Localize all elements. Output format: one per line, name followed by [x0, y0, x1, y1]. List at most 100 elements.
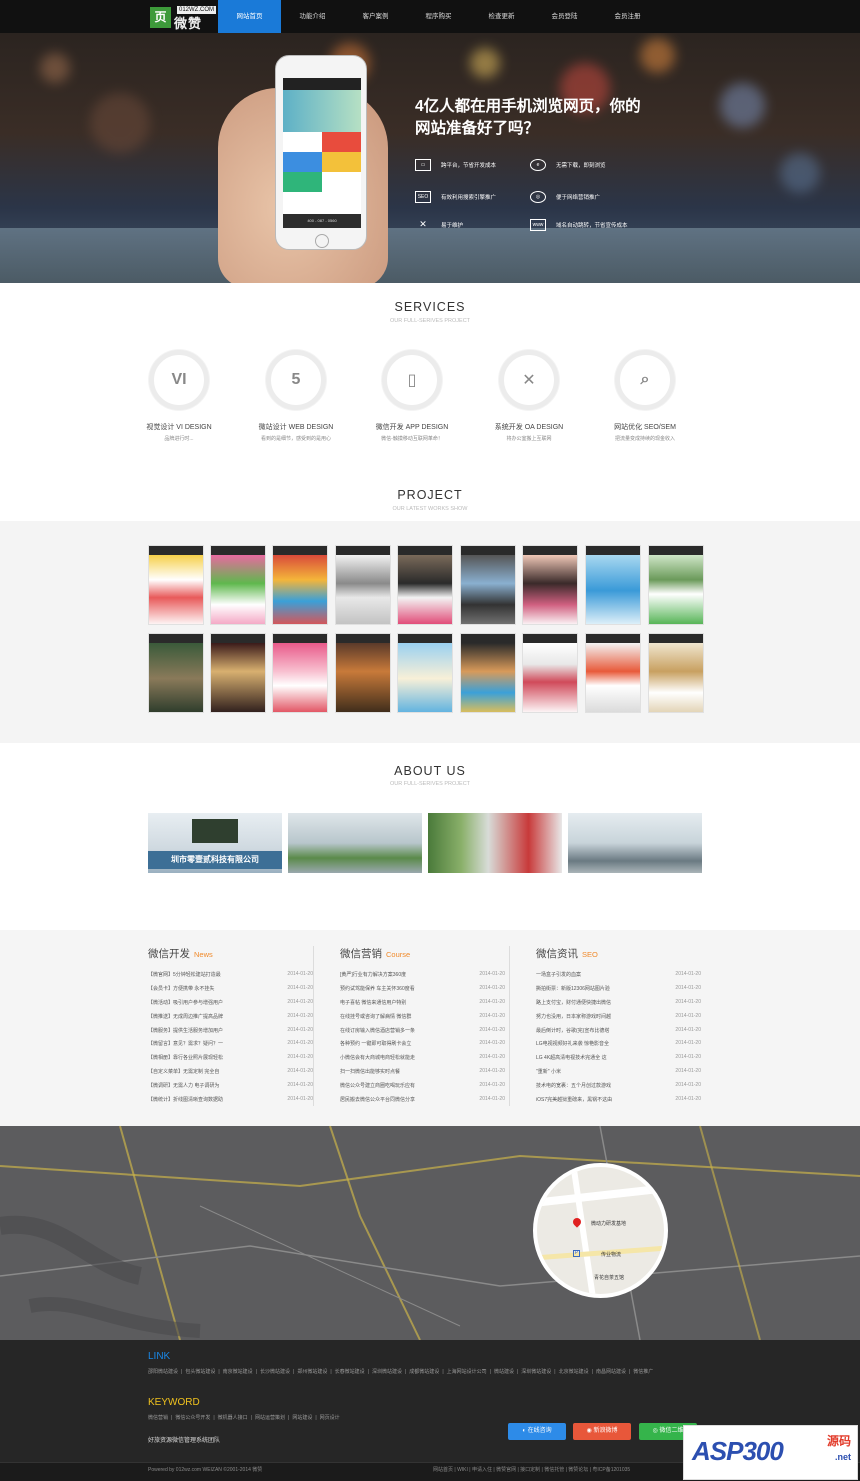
- footer-link[interactable]: 成都微站建设: [409, 1369, 439, 1375]
- news-item[interactable]: 电子喜帖 微信来通信用户特别 2014-01-20: [340, 999, 505, 1013]
- nav-update[interactable]: 检查更新: [470, 0, 533, 33]
- footer-link[interactable]: 网页设计: [320, 1415, 340, 1421]
- news-item[interactable]: 扫一扫微信出能够实时点餐 2014-01-20: [340, 1068, 505, 1082]
- about-photo-lobby[interactable]: [428, 813, 562, 873]
- news-item[interactable]: 【微统计】折线图清晰查询数据助 2014-01-20: [148, 1096, 313, 1110]
- news-item[interactable]: 技术电的宽裹：五个月创过款游戏 2014-01-20: [536, 1082, 701, 1096]
- project-thumbnail[interactable]: [585, 545, 641, 625]
- service-oa[interactable]: ✕ 系统开发 OA DESIGN 将办公室搬上互联网: [469, 350, 589, 442]
- news-item[interactable]: 【微推送】无成周边推广提高品牌 2014-01-20: [148, 1013, 313, 1027]
- footer-link[interactable]: 南京微站建设: [223, 1369, 253, 1375]
- footer-link[interactable]: 邵阳微站建设: [148, 1369, 178, 1375]
- nav-features[interactable]: 功能介绍: [281, 0, 344, 33]
- project-thumbnail[interactable]: [585, 633, 641, 713]
- map-zoom-callout[interactable]: 微动力研发基地 P 传业物流 青花自茶五馆: [533, 1163, 668, 1298]
- bokeh-light: [720, 83, 765, 128]
- footer-link[interactable]: 长沙微站建设: [260, 1369, 290, 1375]
- location-map[interactable]: [0, 1126, 860, 1340]
- news-item[interactable]: 【微官网】5分钟轻松建站打造最 2014-01-20: [148, 971, 313, 985]
- project-thumbnail[interactable]: [210, 633, 266, 713]
- footer-link[interactable]: 微信推广: [633, 1369, 653, 1375]
- project-thumbnail[interactable]: [522, 633, 578, 713]
- service-seo[interactable]: ⌕ 网站优化 SEO/SEM 把流量变成持续的现金收入: [585, 350, 705, 442]
- news-item[interactable]: LG 4K超高清电视技术完通全 这 2014-01-20: [536, 1054, 701, 1068]
- service-app[interactable]: ▯ 微信开发 APP DESIGN 微信-触摸移动互联网革命！: [352, 350, 472, 442]
- footer-link[interactable]: 深圳微站建设: [521, 1369, 551, 1375]
- footer-link[interactable]: 包头微站建设: [185, 1369, 215, 1375]
- news-item[interactable]: 路上支付宝，财付通便快捷出微信 2014-01-20: [536, 999, 701, 1013]
- footer-link[interactable]: 微信公众号开发: [175, 1415, 210, 1421]
- news-item[interactable]: 居民搬去微信公众平台同微信分享 2014-01-20: [340, 1096, 505, 1110]
- news-item[interactable]: 努力也没用，日本家称游戏时间越 2014-01-20: [536, 1013, 701, 1027]
- nav-register[interactable]: 会员注册: [596, 0, 659, 33]
- news-item[interactable]: 预约试驾能保养 车主关怀360度看 2014-01-20: [340, 985, 505, 999]
- project-thumbnail[interactable]: [272, 633, 328, 713]
- weibo-button[interactable]: ◉ 新浪微博: [573, 1423, 631, 1440]
- news-item[interactable]: 【自定义菜单】无需定制 完全自 2014-01-20: [148, 1068, 313, 1082]
- bottom-links[interactable]: 网站首页 | WIKI | 申请入住 | 微赞官网 | 接口定制 | 微信托管 …: [433, 1466, 630, 1473]
- news-item[interactable]: 一场盒子引发的血案 2014-01-20: [536, 971, 701, 985]
- footer-link[interactable]: 郑州微站建设: [297, 1369, 327, 1375]
- footer-link[interactable]: 长春微站建设: [335, 1369, 365, 1375]
- news-heading: 微信营销 Course: [340, 948, 411, 960]
- project-thumbnail[interactable]: [272, 545, 328, 625]
- project-thumbnail[interactable]: [397, 545, 453, 625]
- nav-buy[interactable]: 程序购买: [407, 0, 470, 33]
- news-item-title: "重新" 小米: [536, 1069, 561, 1076]
- news-item[interactable]: iOS7完美越狱重磅来，黑锅不这由 2014-01-20: [536, 1096, 701, 1110]
- footer-link[interactable]: 微站建设: [494, 1369, 514, 1375]
- project-thumbnail[interactable]: [210, 545, 266, 625]
- project-thumbnail[interactable]: [460, 633, 516, 713]
- phone-home-button: [315, 234, 329, 248]
- map-place-label: 微动力研发基地: [591, 1221, 627, 1227]
- news-item[interactable]: 小微信会有大商城电商轻松就能走 2014-01-20: [340, 1054, 505, 1068]
- link-separator: |: [171, 1415, 173, 1421]
- service-vi[interactable]: VI 视觉设计 VI DESIGN 品牌进行时...: [119, 350, 239, 442]
- news-item[interactable]: 【微活动】吸引用户参与增强用户 2014-01-20: [148, 999, 313, 1013]
- news-item[interactable]: [黄严]行业有力解决方案360度 2014-01-20: [340, 971, 505, 985]
- footer-link[interactable]: 微机器人接口: [218, 1415, 248, 1421]
- news-item[interactable]: 【微留言】意见？需求？疑问？一 2014-01-20: [148, 1040, 313, 1054]
- news-item-date: 2014-01-20: [675, 1082, 701, 1089]
- footer-link[interactable]: 网站建设: [292, 1415, 312, 1421]
- news-item[interactable]: 各种预约 一键即可取得刷卡会立 2014-01-20: [340, 1040, 505, 1054]
- news-item[interactable]: LG电视视频好礼来袭 惊艳影音全 2014-01-20: [536, 1040, 701, 1054]
- news-item[interactable]: 【微相册】靠行各业照片展现轻松 2014-01-20: [148, 1054, 313, 1068]
- news-item[interactable]: 【微调研】无需人力 电子调研为 2014-01-20: [148, 1082, 313, 1096]
- project-thumbnail[interactable]: [148, 633, 204, 713]
- footer-link[interactable]: 上海网站设计公司: [447, 1369, 487, 1375]
- news-item[interactable]: 微信公众号建立商圈吃喝玩乐应有 2014-01-20: [340, 1082, 505, 1096]
- footer-link[interactable]: 微信营销: [148, 1415, 168, 1421]
- project-thumbnail[interactable]: [648, 633, 704, 713]
- online-chat-button[interactable]: ◐ 在线咨询: [508, 1423, 566, 1440]
- news-item[interactable]: 【会员卡】方便携带 永不挂失 2014-01-20: [148, 985, 313, 999]
- service-web[interactable]: 5 微站设计 WEB DESIGN 看到的是细节，感受到的是用心: [236, 350, 356, 442]
- site-logo[interactable]: 页 012WZ.COM 微赞: [150, 5, 217, 31]
- nav-login[interactable]: 会员登陆: [533, 0, 596, 33]
- about-photo-office[interactable]: [288, 813, 422, 873]
- footer-link[interactable]: 北京微站建设: [559, 1369, 589, 1375]
- about-photo-reception[interactable]: 圳市零壹贰科技有限公司: [148, 813, 282, 873]
- news-item[interactable]: 在线挂号或咨询了解病情 微信群 2014-01-20: [340, 1013, 505, 1027]
- news-item[interactable]: 撕拍街票：新版12306网站图片验 2014-01-20: [536, 985, 701, 999]
- news-item[interactable]: 在线订房输入微信酒店营销多一条 2014-01-20: [340, 1027, 505, 1041]
- footer-link[interactable]: 网站运营策划: [255, 1415, 285, 1421]
- news-item[interactable]: 最后倒计时，谷歌(完)宣布比德塔 2014-01-20: [536, 1027, 701, 1041]
- news-item-date: 2014-01-20: [479, 1054, 505, 1061]
- about-photo-workspace[interactable]: [568, 813, 702, 873]
- project-thumbnail[interactable]: [148, 545, 204, 625]
- nav-home[interactable]: 网站首页: [218, 0, 281, 33]
- nav-cases[interactable]: 客户案例: [344, 0, 407, 33]
- footer-link[interactable]: 南昌网站建设: [596, 1369, 626, 1375]
- project-thumbnail[interactable]: [460, 545, 516, 625]
- footer-link[interactable]: 深圳微站建设: [372, 1369, 402, 1375]
- project-thumbnail[interactable]: [648, 545, 704, 625]
- project-thumbnail[interactable]: [397, 633, 453, 713]
- project-thumbnail[interactable]: [335, 633, 391, 713]
- project-thumbnail[interactable]: [522, 545, 578, 625]
- news-item[interactable]: "重新" 小米 2014-01-20: [536, 1068, 701, 1082]
- project-thumbnail[interactable]: [335, 545, 391, 625]
- news-item[interactable]: 【微服务】提供生活服务增加用户 2014-01-20: [148, 1027, 313, 1041]
- news-column-dev: 微信开发 News 【微官网】5分钟轻松建站打造最 2014-01-20 【会员卡】方…: [148, 946, 313, 1110]
- service-name: 微站设计 WEB DESIGN: [258, 424, 334, 431]
